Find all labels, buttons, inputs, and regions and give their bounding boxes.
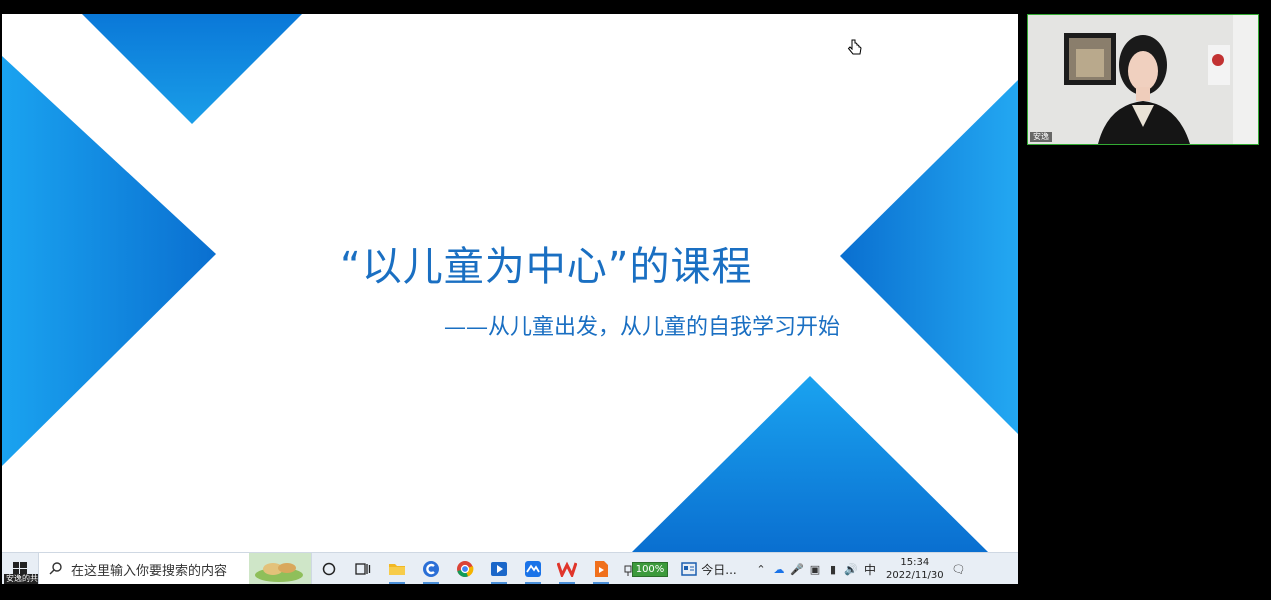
- cortana-button[interactable]: [312, 553, 346, 584]
- triangle-left: [2, 56, 216, 466]
- triangle-top: [82, 14, 302, 124]
- webcam-image: [1028, 15, 1258, 144]
- taskbar-app-presentation[interactable]: [584, 553, 618, 584]
- network-icon[interactable]: ▮: [824, 563, 842, 576]
- hand-cursor-icon: [847, 39, 862, 55]
- task-view-icon: [355, 563, 371, 575]
- search-placeholder: 在这里输入你要搜索的内容: [71, 563, 228, 579]
- speaker-icon[interactable]: 🔊: [842, 563, 860, 576]
- task-view-button[interactable]: [346, 553, 380, 584]
- search-highlight-image: [249, 553, 311, 584]
- participant-name: 安逸: [1030, 132, 1052, 142]
- notification-icon[interactable]: 🗨: [950, 563, 968, 576]
- slide-subtitle: ——从儿童出发，从儿童的自我学习开始: [444, 315, 841, 340]
- taskbar-search-box[interactable]: 在这里输入你要搜索的内容: [38, 553, 312, 584]
- taskbar-app-meeting[interactable]: [516, 553, 550, 584]
- browser-e-icon: [423, 561, 439, 577]
- news-widget[interactable]: 今日...: [674, 553, 744, 584]
- screenshot-tool-icon[interactable]: ▣: [806, 563, 824, 576]
- taskbar-app-wps[interactable]: [550, 553, 584, 584]
- slide-title: “以儿童为中心”的课程: [340, 244, 753, 290]
- slide-decoration: [2, 14, 1018, 552]
- triangle-bottom: [632, 376, 988, 552]
- taskbar-app-chrome[interactable]: [448, 553, 482, 584]
- clock-date: 2022/11/30: [886, 570, 944, 581]
- chrome-icon: [457, 561, 474, 577]
- start-button[interactable]: 安逸的共享屏幕: [2, 553, 64, 584]
- input-method-indicator[interactable]: 中: [864, 561, 876, 578]
- news-icon: [681, 562, 698, 576]
- presentation-app-icon: [595, 561, 608, 577]
- shared-screen: “以儿童为中心”的课程 ——从儿童出发，从儿童的自我学习开始 安逸的共享屏幕 在…: [2, 14, 1018, 584]
- taskbar-clock[interactable]: 15:34 2022/11/30: [886, 556, 944, 582]
- news-label: 今日...: [701, 562, 737, 577]
- play-icon: [491, 562, 507, 576]
- taskbar-app-media-player[interactable]: [482, 553, 516, 584]
- chevron-up-icon[interactable]: ⌃: [752, 563, 770, 576]
- triangle-right: [840, 80, 1018, 434]
- battery-indicator[interactable]: 100%: [618, 553, 674, 584]
- taskbar-app-file-explorer[interactable]: [380, 553, 414, 584]
- wps-w-icon: [557, 561, 577, 577]
- circle-icon: [322, 562, 336, 576]
- clock-time: 15:34: [900, 557, 930, 568]
- cloud-icon[interactable]: ☁: [770, 563, 788, 576]
- microphone-icon[interactable]: 🎤: [788, 563, 806, 576]
- folder-icon: [389, 564, 405, 575]
- taskbar: 安逸的共享屏幕 在这里输入你要搜索的内容 100% 今日... ⌃ ☁ 🎤 ▣ …: [2, 552, 1018, 584]
- battery-percent: 100%: [631, 561, 669, 577]
- plug-icon: [624, 565, 632, 576]
- search-icon: [49, 562, 62, 575]
- meeting-app-icon: [525, 561, 541, 577]
- taskbar-app-edge[interactable]: [414, 553, 448, 584]
- webcam-video[interactable]: 安逸: [1027, 14, 1259, 145]
- system-tray: ⌃ ☁ 🎤 ▣ ▮ 🔊 中 15:34 2022/11/30 🗨: [752, 553, 968, 584]
